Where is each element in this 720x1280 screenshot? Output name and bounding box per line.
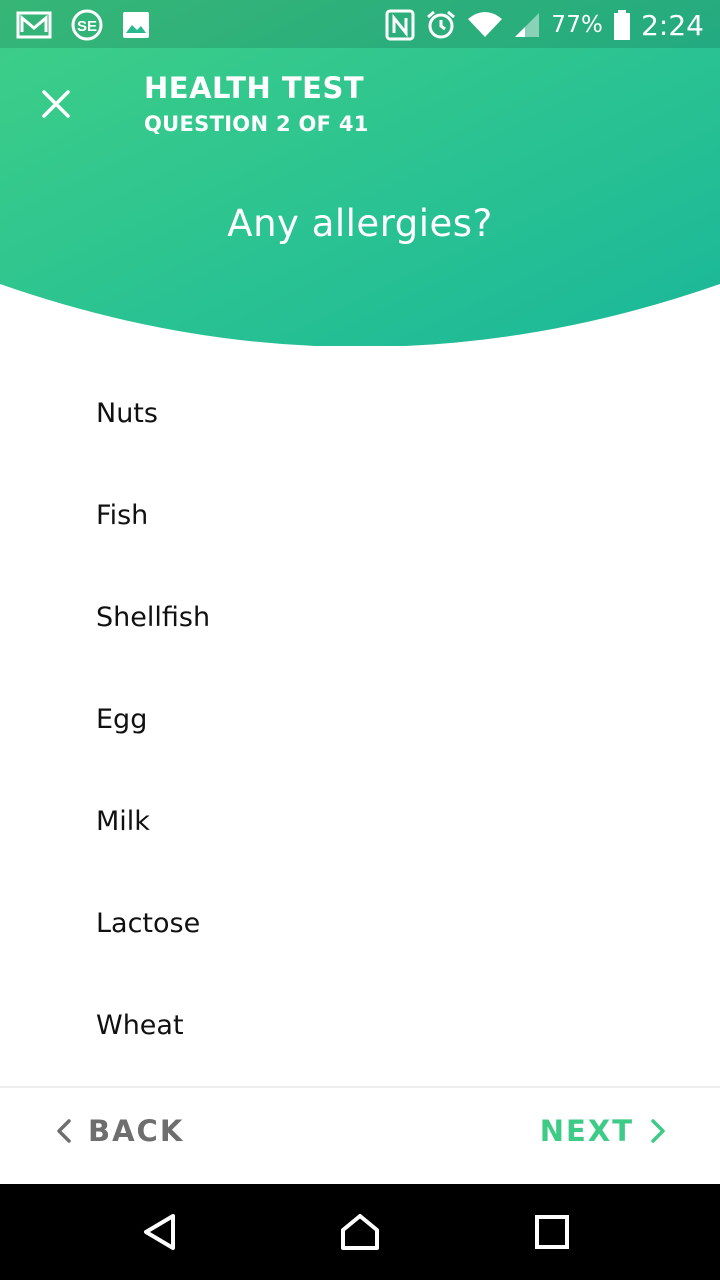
back-label: BACK bbox=[88, 1114, 185, 1148]
system-back-button[interactable] bbox=[132, 1204, 188, 1260]
question-text: Any allergies? bbox=[227, 202, 493, 245]
status-bar: SE 77% 2:24 bbox=[0, 0, 720, 48]
svg-text:SE: SE bbox=[77, 18, 97, 35]
allergy-options-list: Nuts Fish Shellfish Egg Milk Lactose Whe… bbox=[0, 362, 720, 1076]
option-fish[interactable]: Fish bbox=[0, 464, 720, 566]
nfc-icon bbox=[385, 9, 415, 41]
title-block: HEALTH TEST QUESTION 2 OF 41 bbox=[144, 70, 369, 138]
option-wheat[interactable]: Wheat bbox=[0, 974, 720, 1076]
header: SE 77% 2:24 HEALTH TEST QUESTION 2 OF 41… bbox=[0, 0, 720, 346]
question-progress: QUESTION 2 OF 41 bbox=[144, 112, 369, 136]
image-icon bbox=[122, 11, 150, 39]
option-label: Wheat bbox=[96, 1009, 184, 1041]
bottom-bar: BACK NEXT bbox=[0, 1086, 720, 1184]
option-label: Nuts bbox=[96, 397, 158, 429]
clock: 2:24 bbox=[641, 8, 704, 42]
home-icon bbox=[341, 1214, 379, 1250]
signal-icon bbox=[513, 11, 541, 39]
battery-icon bbox=[613, 10, 631, 40]
option-label: Fish bbox=[96, 499, 149, 531]
close-icon bbox=[42, 90, 70, 118]
option-milk[interactable]: Milk bbox=[0, 770, 720, 872]
option-lactose[interactable]: Lactose bbox=[0, 872, 720, 974]
option-egg[interactable]: Egg bbox=[0, 668, 720, 770]
header-background bbox=[0, 0, 720, 346]
back-triangle-icon bbox=[144, 1214, 175, 1250]
recents-icon bbox=[535, 1215, 569, 1249]
option-label: Milk bbox=[96, 805, 150, 837]
system-home-button[interactable] bbox=[332, 1204, 388, 1260]
battery-percent: 77% bbox=[551, 12, 604, 38]
option-label: Egg bbox=[96, 703, 148, 735]
test-title: HEALTH TEST bbox=[144, 71, 365, 105]
option-label: Lactose bbox=[96, 907, 201, 939]
chevron-left-icon bbox=[57, 1119, 71, 1143]
chevron-right-icon bbox=[651, 1119, 665, 1143]
close-button[interactable] bbox=[30, 78, 82, 130]
wifi-icon bbox=[467, 11, 503, 39]
next-label: NEXT bbox=[539, 1114, 634, 1148]
option-label: Shellfish bbox=[96, 601, 211, 633]
system-nav-bar bbox=[0, 1184, 720, 1280]
system-recents-button[interactable] bbox=[524, 1204, 580, 1260]
back-button[interactable]: BACK bbox=[54, 1114, 184, 1148]
gmail-icon bbox=[16, 10, 52, 40]
alarm-icon bbox=[425, 9, 457, 41]
option-shellfish[interactable]: Shellfish bbox=[0, 566, 720, 668]
se-app-icon: SE bbox=[70, 8, 104, 42]
next-button[interactable]: NEXT bbox=[540, 1114, 668, 1148]
option-nuts[interactable]: Nuts bbox=[0, 362, 720, 464]
